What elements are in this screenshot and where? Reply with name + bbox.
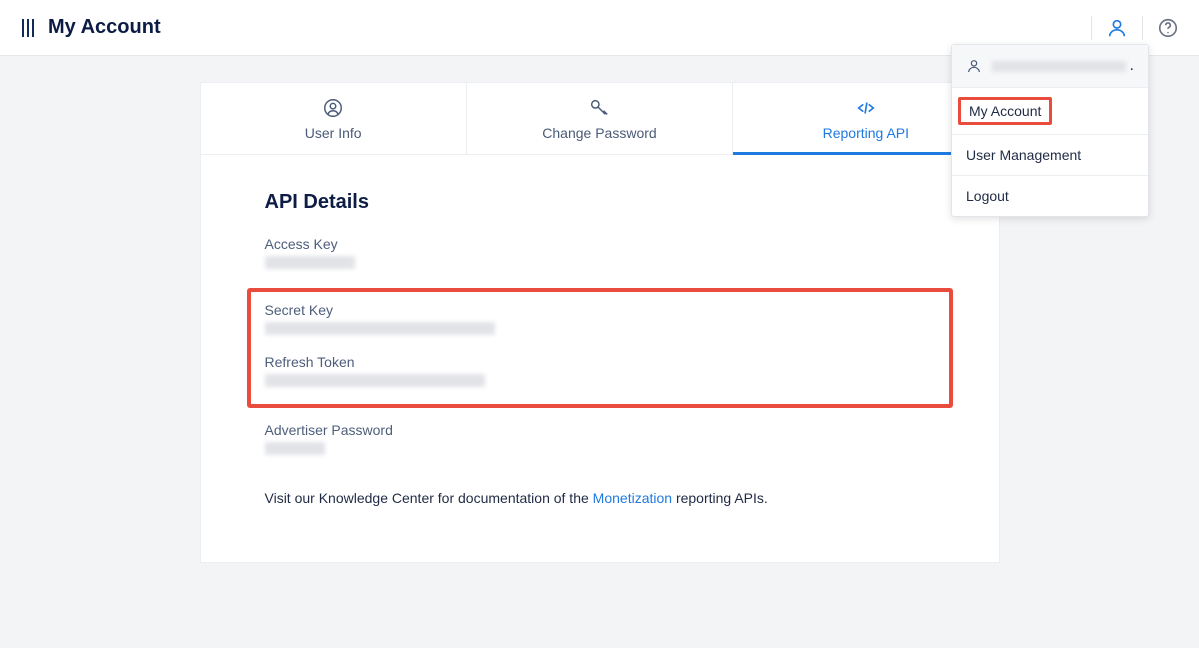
tab-change-password-label: Change Password <box>542 125 656 141</box>
monetization-link[interactable]: Monetization <box>593 490 672 506</box>
tab-user-info-label: User Info <box>305 125 362 141</box>
field-access-key: Access Key <box>265 236 935 274</box>
field-advertiser-password: Advertiser Password <box>265 422 935 460</box>
tab-user-info[interactable]: User Info <box>201 83 467 154</box>
dropdown-my-account[interactable]: My Account <box>952 88 1148 135</box>
user-small-icon <box>966 58 982 74</box>
advertiser-password-value-blurred <box>265 442 325 455</box>
dropdown-user-row: . <box>952 45 1148 88</box>
dropdown-my-account-highlight: My Account <box>958 97 1052 125</box>
footer-note: Visit our Knowledge Center for documenta… <box>265 490 935 506</box>
refresh-token-label: Refresh Token <box>265 354 935 370</box>
divider <box>1091 16 1092 40</box>
dropdown-logout[interactable]: Logout <box>952 176 1148 216</box>
refresh-token-value-blurred <box>265 374 485 387</box>
highlight-secret-refresh: Secret Key Refresh Token <box>247 288 953 408</box>
access-key-value-blurred <box>265 256 355 269</box>
dropdown-user-management[interactable]: User Management <box>952 135 1148 176</box>
field-secret-key: Secret Key <box>265 302 935 340</box>
tab-reporting-api-label: Reporting API <box>823 125 909 141</box>
main-panel: User Info Change Password Reporting API … <box>200 82 1000 563</box>
top-bar: My Account . <box>0 0 1199 56</box>
tab-bar: User Info Change Password Reporting API <box>201 83 999 155</box>
secret-key-label: Secret Key <box>265 302 935 318</box>
footer-prefix: Visit our Knowledge Center for documenta… <box>265 490 593 506</box>
user-dropdown: . My Account User Management Logout <box>951 44 1149 217</box>
section-title: API Details <box>265 191 935 214</box>
dropdown-my-account-label: My Account <box>969 103 1041 119</box>
field-refresh-token: Refresh Token <box>265 354 935 392</box>
secret-key-value-blurred <box>265 322 495 335</box>
footer-suffix: reporting APIs. <box>672 490 768 506</box>
tab-change-password[interactable]: Change Password <box>467 83 733 154</box>
dropdown-username-blurred <box>992 61 1126 72</box>
page-title: My Account <box>48 16 161 39</box>
key-icon <box>588 97 610 119</box>
help-icon[interactable] <box>1157 17 1179 39</box>
divider <box>1142 16 1143 40</box>
panel-body: API Details Access Key Secret Key Refres… <box>201 155 999 562</box>
dropdown-username-suffix: . <box>1130 57 1134 75</box>
user-icon[interactable] <box>1106 17 1128 39</box>
user-circle-icon <box>322 97 344 119</box>
code-icon <box>855 97 877 119</box>
advertiser-password-label: Advertiser Password <box>265 422 935 438</box>
access-key-label: Access Key <box>265 236 935 252</box>
menu-toggle-icon[interactable] <box>22 19 34 37</box>
